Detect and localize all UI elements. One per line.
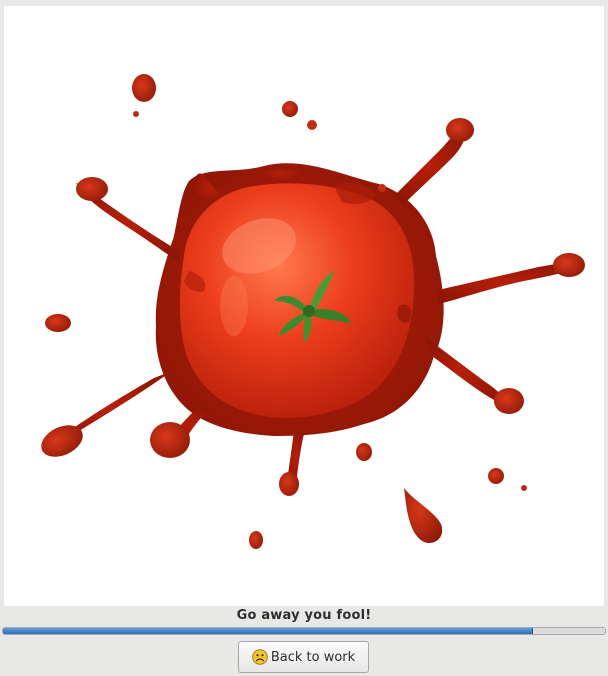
progress-fill <box>3 628 533 634</box>
sad-face-icon <box>252 649 268 665</box>
countdown-progress-bar <box>2 627 606 635</box>
tomato-splat-image <box>4 6 604 606</box>
back-to-work-button[interactable]: Back to work <box>238 641 369 673</box>
dialog-message: Go away you fool! <box>236 608 372 623</box>
dialog-window: Go away you fool! Back to work <box>0 0 608 676</box>
tomato-splat-illustration <box>41 74 585 549</box>
back-to-work-label: Back to work <box>270 649 356 665</box>
